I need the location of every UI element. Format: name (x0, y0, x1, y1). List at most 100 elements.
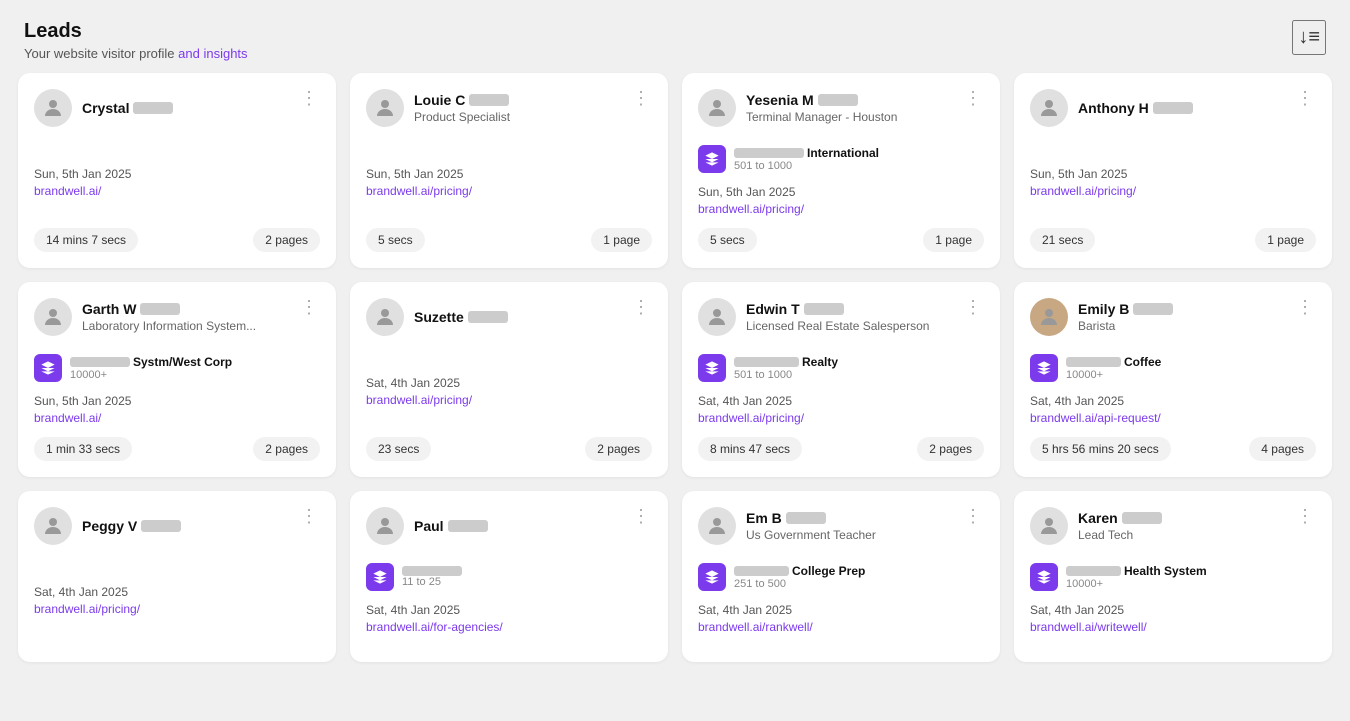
card-paul[interactable]: Paul ⋮ 11 to 25 Sat, 4th Jan 2025 brandw… (350, 491, 668, 662)
date: Sun, 5th Jan 2025 (34, 394, 320, 408)
company-size: 10000+ (1066, 369, 1161, 381)
card-crystal[interactable]: Crystal ⋮ Sun, 5th Jan 2025 brandwell.ai… (18, 73, 336, 268)
time-badge: 14 mins 7 secs (34, 228, 138, 252)
date: Sat, 4th Jan 2025 (366, 603, 652, 617)
avatar (1030, 89, 1068, 127)
time-badge: 21 secs (1030, 228, 1095, 252)
card-person: Suzette (366, 298, 508, 336)
company-icon (1030, 563, 1058, 591)
page-link[interactable]: brandwell.ai/ (34, 184, 320, 198)
more-button[interactable]: ⋮ (298, 298, 320, 316)
person-title: Product Specialist (414, 110, 510, 124)
company-name: Systm/West Corp (70, 355, 232, 369)
no-company (34, 553, 320, 585)
person-name: Louie C (414, 92, 510, 108)
card-garth[interactable]: Garth W Laboratory Information System...… (18, 282, 336, 477)
sort-button[interactable]: ↓≡ (1292, 20, 1326, 55)
company-icon (366, 563, 394, 591)
person-info: Em B Us Government Teacher (746, 510, 876, 542)
person-info: Garth W Laboratory Information System... (82, 301, 256, 333)
card-footer: 23 secs 2 pages (366, 437, 652, 461)
person-name: Anthony H (1078, 100, 1193, 116)
card-em[interactable]: Em B Us Government Teacher ⋮ College Pre… (682, 491, 1000, 662)
time-badge: 8 mins 47 secs (698, 437, 802, 461)
no-company (1030, 135, 1316, 167)
page-link[interactable]: brandwell.ai/pricing/ (698, 411, 984, 425)
avatar (34, 298, 72, 336)
person-title: Licensed Real Estate Salesperson (746, 319, 929, 333)
card-peggy[interactable]: Peggy V ⋮ Sat, 4th Jan 2025 brandwell.ai… (18, 491, 336, 662)
company-info: Coffee 10000+ (1066, 355, 1161, 381)
company-icon (1030, 354, 1058, 382)
page-link[interactable]: brandwell.ai/ (34, 411, 320, 425)
company-icon (698, 145, 726, 173)
company-row: Health System 10000+ (1030, 561, 1316, 593)
date: Sat, 4th Jan 2025 (366, 376, 652, 390)
person-info: Louie C Product Specialist (414, 92, 510, 124)
company-info: Realty 501 to 1000 (734, 355, 838, 381)
page-link[interactable]: brandwell.ai/writewell/ (1030, 620, 1316, 634)
page-link[interactable]: brandwell.ai/api-request/ (1030, 411, 1316, 425)
more-button[interactable]: ⋮ (1294, 298, 1316, 316)
more-button[interactable]: ⋮ (962, 89, 984, 107)
more-button[interactable]: ⋮ (1294, 507, 1316, 525)
date: Sun, 5th Jan 2025 (34, 167, 320, 181)
card-person: Emily B Barista (1030, 298, 1173, 336)
card-emily[interactable]: Emily B Barista ⋮ Coffee 10000+ Sat, 4th… (1014, 282, 1332, 477)
more-button[interactable]: ⋮ (630, 507, 652, 525)
company-row: Realty 501 to 1000 (698, 352, 984, 384)
subtitle-link[interactable]: and insights (178, 46, 247, 61)
card-footer: 5 secs 1 page (366, 228, 652, 252)
page-link[interactable]: brandwell.ai/rankwell/ (698, 620, 984, 634)
person-title: Us Government Teacher (746, 528, 876, 542)
card-person: Karen Lead Tech (1030, 507, 1162, 545)
no-company (366, 344, 652, 376)
time-badge: 23 secs (366, 437, 431, 461)
page-link[interactable]: brandwell.ai/pricing/ (698, 202, 984, 216)
card-person: Em B Us Government Teacher (698, 507, 876, 545)
more-button[interactable]: ⋮ (630, 89, 652, 107)
card-edwin[interactable]: Edwin T Licensed Real Estate Salesperson… (682, 282, 1000, 477)
no-company (366, 135, 652, 167)
more-button[interactable]: ⋮ (630, 298, 652, 316)
more-button[interactable]: ⋮ (298, 507, 320, 525)
person-info: Yesenia M Terminal Manager - Houston (746, 92, 897, 124)
card-louie[interactable]: Louie C Product Specialist ⋮ Sun, 5th Ja… (350, 73, 668, 268)
person-name: Suzette (414, 309, 508, 325)
card-person: Anthony H (1030, 89, 1193, 127)
company-size: 10000+ (70, 369, 232, 381)
avatar (698, 298, 736, 336)
card-footer: 5 hrs 56 mins 20 secs 4 pages (1030, 437, 1316, 461)
card-suzette[interactable]: Suzette ⋮ Sat, 4th Jan 2025 brandwell.ai… (350, 282, 668, 477)
card-karen[interactable]: Karen Lead Tech ⋮ Health System 10000+ S… (1014, 491, 1332, 662)
person-name: Yesenia M (746, 92, 897, 108)
person-title: Laboratory Information System... (82, 319, 256, 333)
page-header: Leads Your website visitor profile and i… (0, 0, 1350, 73)
company-name: International (734, 146, 879, 160)
page-link[interactable]: brandwell.ai/for-agencies/ (366, 620, 652, 634)
page-link[interactable]: brandwell.ai/pricing/ (1030, 184, 1316, 198)
avatar (366, 89, 404, 127)
more-button[interactable]: ⋮ (962, 507, 984, 525)
card-anthony[interactable]: Anthony H ⋮ Sun, 5th Jan 2025 brandwell.… (1014, 73, 1332, 268)
date: Sat, 4th Jan 2025 (698, 603, 984, 617)
page-link[interactable]: brandwell.ai/pricing/ (34, 602, 320, 616)
company-size: 11 to 25 (402, 576, 465, 588)
page-link[interactable]: brandwell.ai/pricing/ (366, 184, 652, 198)
company-info: Health System 10000+ (1066, 564, 1207, 590)
more-button[interactable]: ⋮ (1294, 89, 1316, 107)
more-button[interactable]: ⋮ (298, 89, 320, 107)
more-button[interactable]: ⋮ (962, 298, 984, 316)
company-name: College Prep (734, 564, 865, 578)
page-link[interactable]: brandwell.ai/pricing/ (366, 393, 652, 407)
company-info: Systm/West Corp 10000+ (70, 355, 232, 381)
pages-badge: 1 page (591, 228, 652, 252)
card-header: Em B Us Government Teacher ⋮ (698, 507, 984, 545)
person-info: Karen Lead Tech (1078, 510, 1162, 542)
person-info: Anthony H (1078, 100, 1193, 116)
avatar (698, 507, 736, 545)
company-info: International 501 to 1000 (734, 146, 879, 172)
card-yesenia[interactable]: Yesenia M Terminal Manager - Houston ⋮ I… (682, 73, 1000, 268)
avatar (1030, 507, 1068, 545)
time-badge: 5 secs (366, 228, 425, 252)
